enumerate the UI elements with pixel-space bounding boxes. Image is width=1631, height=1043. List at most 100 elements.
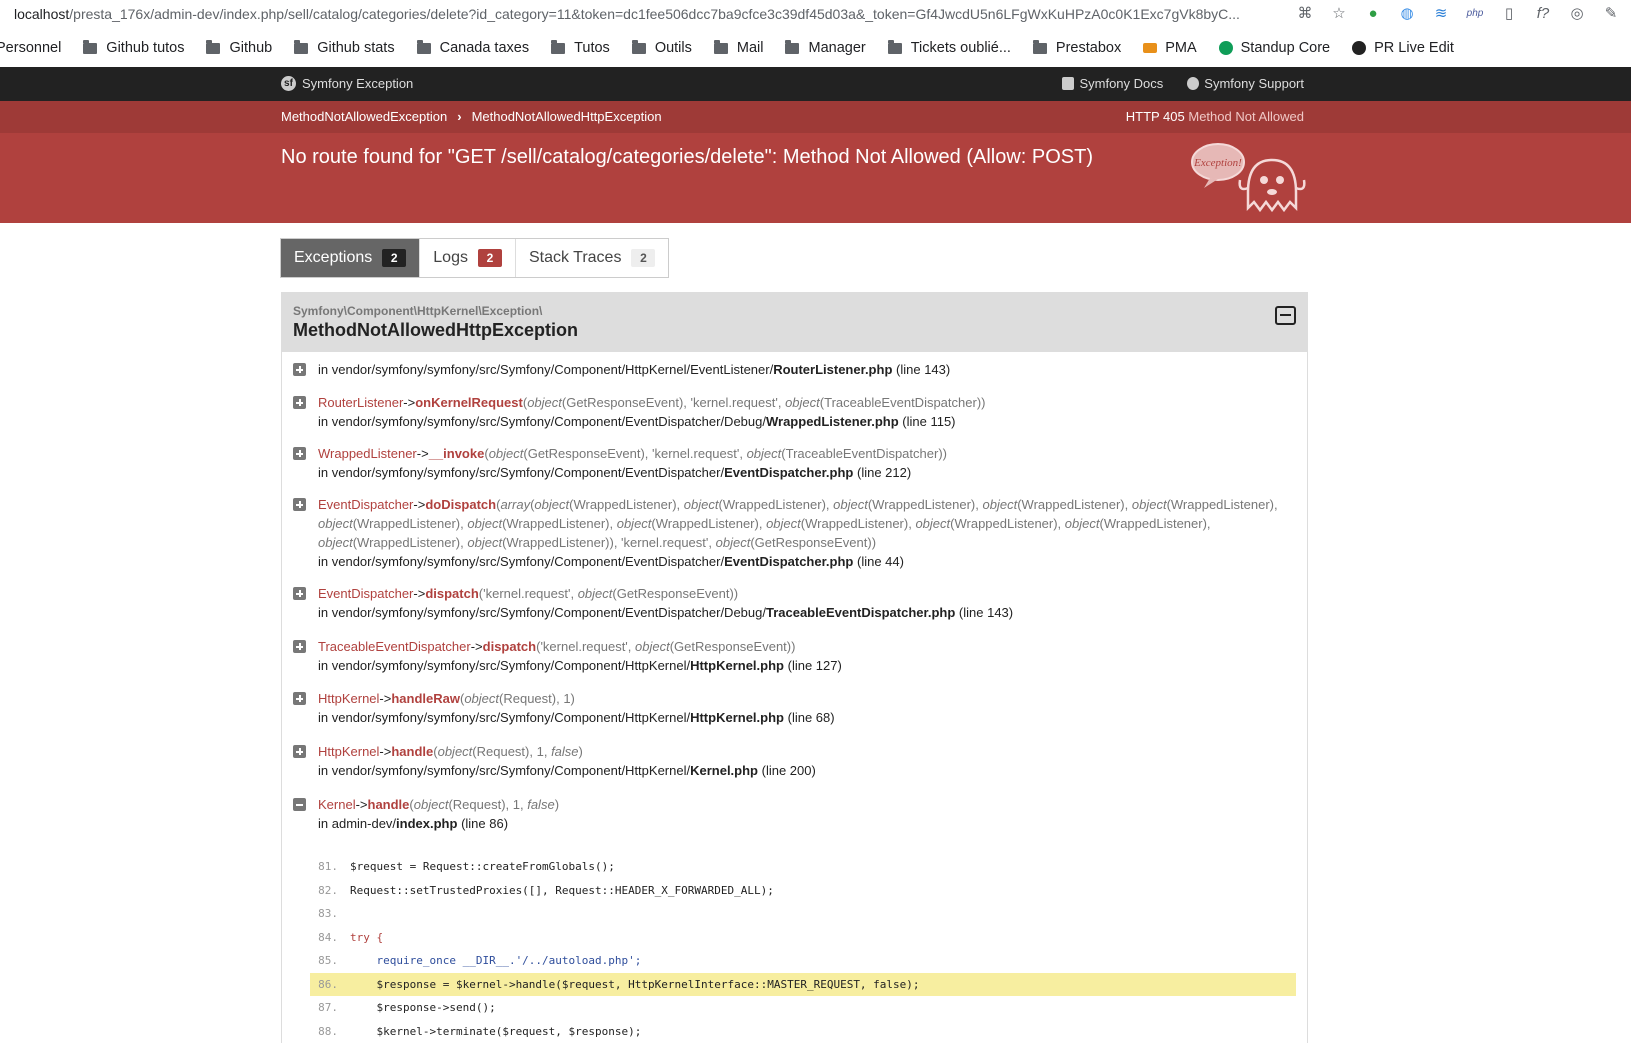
bookmark-pma[interactable]: PMA — [1143, 40, 1197, 56]
support-label: Symfony Support — [1204, 76, 1304, 91]
function-icon[interactable]: f? — [1533, 5, 1553, 22]
folder-icon — [631, 39, 646, 54]
file-name: HttpKernel.php — [690, 710, 784, 725]
bookmark-tickets[interactable]: Tickets oublié... — [887, 39, 1011, 56]
expand-icon[interactable] — [293, 447, 306, 460]
bookmark-outils[interactable]: Outils — [631, 39, 692, 56]
code-line: 82. Request::setTrustedProxies([], Reques… — [310, 879, 1296, 903]
http-status: HTTP 405 Method Not Allowed — [1126, 109, 1304, 124]
line-number: 83. — [318, 907, 338, 920]
frame-call: WrappedListener->__invoke(object(GetResp… — [318, 446, 947, 461]
bookmark-github[interactable]: Github — [206, 39, 273, 56]
file-path: in vendor/symfony/symfony/src/Symfony/Co… — [318, 465, 725, 480]
expand-icon[interactable] — [293, 640, 306, 653]
chevron-right-icon: › — [457, 109, 462, 124]
tab-label: Exceptions — [294, 249, 373, 266]
folder-icon — [713, 39, 728, 54]
trace-frame: TraceableEventDispatcher->dispatch('kern… — [293, 637, 1293, 675]
expand-icon[interactable] — [293, 396, 306, 409]
status-code: HTTP 405 — [1125, 109, 1185, 124]
frame-call: RouterListener->onKernelRequest(object(G… — [318, 395, 986, 410]
line-number: (line 44) — [857, 554, 904, 569]
page-icon[interactable]: ▯ — [1499, 4, 1519, 22]
symfony-brand: sf Symfony Exception — [281, 76, 413, 91]
bookmark-pr-live-edit[interactable]: PR Live Edit — [1352, 40, 1454, 56]
expand-icon[interactable] — [293, 587, 306, 600]
tab-bar: Exceptions 2 Logs 2 Stack Traces 2 — [280, 238, 670, 278]
frame-class: EventDispatcher — [318, 586, 414, 601]
url-field[interactable]: localhost/presta_176x/admin-dev/index.ph… — [14, 6, 1274, 22]
code-text: $response->send(); — [350, 1001, 496, 1014]
brand-label: Symfony Exception — [302, 76, 414, 91]
bookmark-personnel[interactable]: Personnel — [0, 40, 61, 56]
bookmark-label: Github — [229, 40, 273, 56]
frame-file: in admin-dev/index.php (line 86) — [318, 814, 1293, 833]
bookmark-label: Personnel — [0, 40, 62, 56]
line-number: (line 115) — [902, 414, 956, 429]
star-icon[interactable]: ☆ — [1329, 4, 1349, 22]
bookmarks-bar: Personnel Github tutos Github Github sta… — [0, 34, 1631, 62]
bookmark-github-tutos[interactable]: Github tutos — [83, 39, 185, 56]
frame-file: in vendor/symfony/symfony/src/Symfony/Co… — [318, 603, 1293, 622]
bookmark-label: Manager — [808, 40, 866, 56]
bookmark-label: Tutos — [574, 40, 610, 56]
bookmark-manager[interactable]: Manager — [785, 39, 866, 56]
trace-frame: HttpKernel->handle(object(Request), 1, f… — [293, 742, 1293, 780]
bookmark-standup-core[interactable]: Standup Core — [1218, 40, 1330, 56]
expand-icon[interactable] — [293, 692, 306, 705]
file-path: in vendor/symfony/symfony/src/Symfony/Co… — [318, 658, 691, 673]
breadcrumb: MethodNotAllowedException › MethodNotAll… — [281, 109, 662, 124]
breadcrumb-item-1[interactable]: MethodNotAllowedException — [281, 109, 447, 124]
frame-file: in vendor/symfony/symfony/src/Symfony/Co… — [318, 552, 1293, 571]
bookmark-mail[interactable]: Mail — [713, 39, 764, 56]
collapse-icon[interactable] — [1275, 306, 1296, 325]
tab-stack-traces[interactable]: Stack Traces 2 — [516, 239, 668, 277]
frame-call: HttpKernel->handle(object(Request), 1, f… — [318, 744, 583, 759]
frame-call: EventDispatcher->dispatch('kernel.reques… — [318, 586, 739, 601]
line-number: (line 212) — [857, 465, 912, 480]
book-icon — [1062, 77, 1075, 90]
bookmark-prestabox[interactable]: Prestabox — [1032, 39, 1121, 56]
file-name: EventDispatcher.php — [724, 554, 854, 569]
code-text: try { — [350, 930, 384, 944]
hangouts-icon — [1218, 41, 1233, 55]
address-bar[interactable]: localhost/presta_176x/admin-dev/index.ph… — [0, 0, 1631, 30]
translate-icon[interactable]: ⌘ — [1295, 4, 1315, 22]
code-text: Request::setTrustedProxies([], Request::… — [350, 883, 774, 897]
folder-icon — [887, 39, 902, 54]
line-number: 86. — [318, 977, 338, 991]
file-name: index.php — [396, 816, 458, 831]
expand-icon[interactable] — [293, 363, 306, 376]
globe-icon[interactable]: ◍ — [1397, 4, 1417, 22]
code-excerpt: 81. $request = Request::createFromGlobals… — [310, 855, 1296, 1043]
bookmark-github-stats[interactable]: Github stats — [294, 39, 395, 56]
exception-class: MethodNotAllowedHttpException — [293, 320, 578, 340]
url-path: /presta_176x/admin-dev/index.php/sell/ca… — [69, 6, 1240, 22]
collapse-frame-icon[interactable] — [293, 798, 306, 811]
expand-icon[interactable] — [293, 745, 306, 758]
breadcrumb-item-2[interactable]: MethodNotAllowedHttpException — [472, 109, 662, 124]
bookmark-canada-taxes[interactable]: Canada taxes — [416, 39, 529, 56]
extension-icon-1[interactable]: ● — [1363, 5, 1383, 22]
devtools-icon[interactable]: ◎ — [1567, 4, 1587, 22]
bookmark-tutos[interactable]: Tutos — [551, 39, 610, 56]
line-number: (line 86) — [461, 816, 509, 831]
expand-icon[interactable] — [293, 498, 306, 511]
tab-label: Logs — [433, 249, 468, 266]
bookmark-label: Mail — [736, 40, 764, 56]
url-host: localhost — [14, 6, 70, 22]
extension-icon-2[interactable]: ≋ — [1431, 4, 1451, 22]
tab-exceptions[interactable]: Exceptions 2 — [281, 239, 421, 277]
frame-file: in vendor/symfony/symfony/src/Symfony/Co… — [318, 463, 1293, 482]
symfony-docs-link[interactable]: Symfony Docs — [1062, 76, 1163, 91]
eyedropper-icon[interactable]: ✎ — [1601, 4, 1621, 22]
php-icon[interactable]: php — [1465, 8, 1485, 19]
exception-header: Symfony\Component\HttpKernel\Exception\ … — [282, 292, 1307, 352]
tab-label: Stack Traces — [528, 249, 622, 266]
bookmark-label: Github tutos — [106, 40, 185, 56]
frame-args: (object(Request), 1, false) — [409, 797, 560, 812]
symfony-support-link[interactable]: Symfony Support — [1187, 76, 1304, 91]
code-line: 84. try { — [310, 926, 1296, 950]
tab-logs[interactable]: Logs 2 — [420, 239, 516, 277]
frame-file: in vendor/symfony/symfony/src/Symfony/Co… — [318, 412, 1293, 431]
